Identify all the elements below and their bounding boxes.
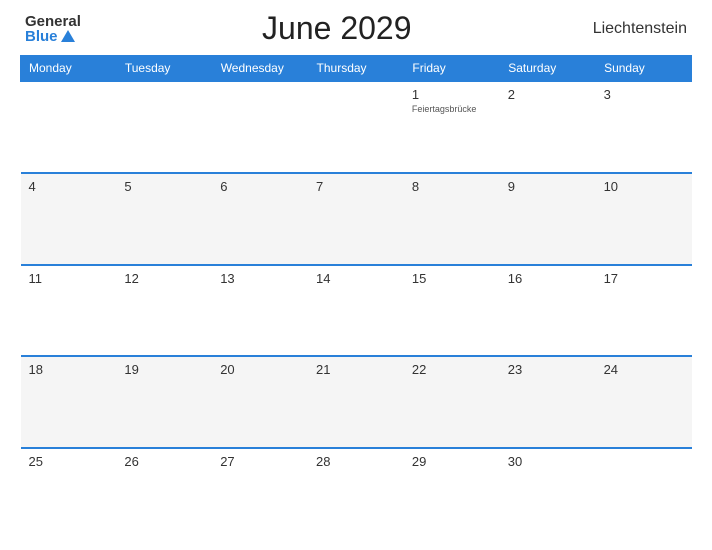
- weekday-header: Thursday: [308, 56, 404, 82]
- day-number: 11: [29, 271, 109, 286]
- calendar-day-cell: 6: [212, 173, 308, 265]
- calendar-day-cell: 10: [596, 173, 692, 265]
- calendar-day-cell: 13: [212, 265, 308, 357]
- calendar-day-cell: [212, 81, 308, 173]
- day-number: 27: [220, 454, 300, 469]
- day-number: 19: [124, 362, 204, 377]
- logo-general-text: General: [25, 14, 81, 29]
- day-number: 16: [508, 271, 588, 286]
- day-number: 15: [412, 271, 492, 286]
- day-number: 30: [508, 454, 588, 469]
- calendar-day-cell: 17: [596, 265, 692, 357]
- logo: General Blue: [25, 14, 81, 44]
- weekday-header: Sunday: [596, 56, 692, 82]
- calendar-day-cell: [596, 448, 692, 540]
- day-number: 10: [604, 179, 684, 194]
- calendar-day-cell: 24: [596, 356, 692, 448]
- calendar-day-cell: 12: [116, 265, 212, 357]
- calendar-day-cell: [21, 81, 117, 173]
- day-number: 2: [508, 87, 588, 102]
- calendar-day-cell: 27: [212, 448, 308, 540]
- day-number: 20: [220, 362, 300, 377]
- day-number: 4: [29, 179, 109, 194]
- day-number: 26: [124, 454, 204, 469]
- day-number: 6: [220, 179, 300, 194]
- day-number: 28: [316, 454, 396, 469]
- day-number: 22: [412, 362, 492, 377]
- calendar-week-row: 25 26 27 28 29 30: [21, 448, 692, 540]
- event-label: Feiertagsbrücke: [412, 104, 492, 114]
- weekday-header: Monday: [21, 56, 117, 82]
- calendar-title: June 2029: [262, 10, 411, 47]
- calendar-day-cell: 29: [404, 448, 500, 540]
- page-header: General Blue June 2029 Liechtenstein: [20, 10, 692, 47]
- day-number: 7: [316, 179, 396, 194]
- weekday-header: Saturday: [500, 56, 596, 82]
- calendar-day-cell: 25: [21, 448, 117, 540]
- day-number: 9: [508, 179, 588, 194]
- weekday-header: Friday: [404, 56, 500, 82]
- logo-blue-text: Blue: [25, 29, 81, 44]
- calendar-day-cell: [116, 81, 212, 173]
- country-label: Liechtenstein: [593, 20, 687, 38]
- day-number: 17: [604, 271, 684, 286]
- day-number: 12: [124, 271, 204, 286]
- day-number: 8: [412, 179, 492, 194]
- calendar-day-cell: 26: [116, 448, 212, 540]
- day-number: 5: [124, 179, 204, 194]
- weekday-header: Wednesday: [212, 56, 308, 82]
- weekday-header: Tuesday: [116, 56, 212, 82]
- day-number: 24: [604, 362, 684, 377]
- calendar-week-row: 18 19 20 21 22 23 24: [21, 356, 692, 448]
- day-number: 13: [220, 271, 300, 286]
- calendar-table: MondayTuesdayWednesdayThursdayFridaySatu…: [20, 55, 692, 540]
- day-number: 14: [316, 271, 396, 286]
- calendar-day-cell: 22: [404, 356, 500, 448]
- calendar-day-cell: 23: [500, 356, 596, 448]
- calendar-week-row: 45 6 7 8 9 10: [21, 173, 692, 265]
- calendar-week-row: 11 12 13 14 15 16 17: [21, 265, 692, 357]
- calendar-day-cell: 2: [500, 81, 596, 173]
- calendar-day-cell: 21: [308, 356, 404, 448]
- calendar-day-cell: 20: [212, 356, 308, 448]
- calendar-day-cell: 15: [404, 265, 500, 357]
- calendar-day-cell: 19: [116, 356, 212, 448]
- calendar-day-cell: 4: [21, 173, 117, 265]
- day-number: 21: [316, 362, 396, 377]
- day-number: 18: [29, 362, 109, 377]
- day-number: 25: [29, 454, 109, 469]
- calendar-day-cell: 30: [500, 448, 596, 540]
- calendar-day-cell: 16: [500, 265, 596, 357]
- calendar-day-cell: 14: [308, 265, 404, 357]
- calendar-day-cell: 18: [21, 356, 117, 448]
- calendar-day-cell: [308, 81, 404, 173]
- calendar-day-cell: 5: [116, 173, 212, 265]
- day-number: 1: [412, 87, 492, 102]
- calendar-day-cell: 3: [596, 81, 692, 173]
- day-number: 23: [508, 362, 588, 377]
- logo-triangle-icon: [61, 30, 75, 42]
- day-number: 3: [604, 87, 684, 102]
- calendar-day-cell: 1 Feiertagsbrücke: [404, 81, 500, 173]
- calendar-day-cell: 8: [404, 173, 500, 265]
- day-number: 29: [412, 454, 492, 469]
- calendar-day-cell: 11: [21, 265, 117, 357]
- calendar-week-row: 1 Feiertagsbrücke 2 3: [21, 81, 692, 173]
- calendar-day-cell: 28: [308, 448, 404, 540]
- calendar-day-cell: 7: [308, 173, 404, 265]
- calendar-header-row: MondayTuesdayWednesdayThursdayFridaySatu…: [21, 56, 692, 82]
- calendar-day-cell: 9: [500, 173, 596, 265]
